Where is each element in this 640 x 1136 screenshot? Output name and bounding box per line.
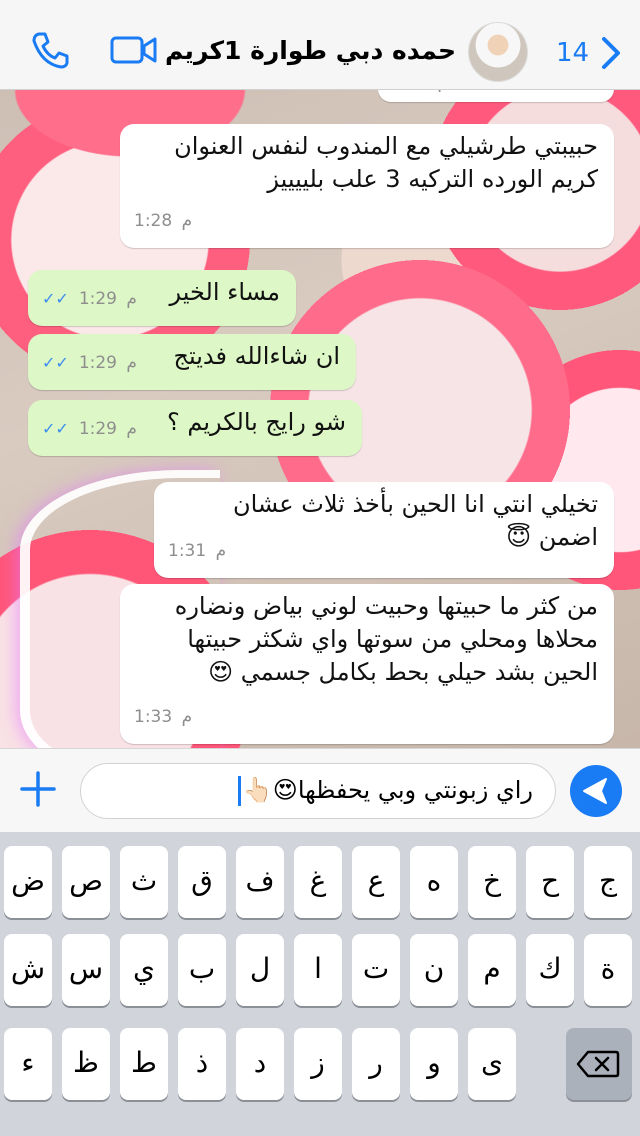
message-incoming[interactable]: تخيلي انتي انا الحين بأخذ ثلاث عشان اضمن… bbox=[154, 482, 614, 578]
message-time: ✓✓ 1:29 م bbox=[42, 419, 137, 439]
read-ticks-icon: ✓✓ bbox=[42, 419, 75, 438]
message-outgoing[interactable]: شو رايج بالكريم ؟ ✓✓ 1:29 م bbox=[28, 400, 362, 456]
backspace-icon bbox=[576, 1050, 620, 1078]
contact-name[interactable]: حمده دبي طوارة 1كريم bbox=[165, 36, 456, 65]
message-text: حبيبتي طرشيلي مع المندوب لنفس العنوان كر… bbox=[174, 132, 598, 193]
message-time: ✓✓ 1:29 م bbox=[42, 289, 137, 309]
key[interactable]: غ bbox=[294, 846, 342, 918]
clipped-message[interactable]: 1:27 م bbox=[378, 90, 614, 102]
key[interactable]: ك bbox=[526, 934, 574, 1006]
key[interactable]: و bbox=[410, 1028, 458, 1100]
key[interactable]: ى bbox=[468, 1028, 516, 1100]
message-incoming[interactable]: حبيبتي طرشيلي مع المندوب لنفس العنوان كر… bbox=[120, 124, 614, 248]
chat-header: حمده دبي طوارة 1كريم 14 bbox=[0, 0, 640, 90]
key[interactable]: ذ bbox=[178, 1028, 226, 1100]
message-input[interactable]: راي زبونتي وبي يحفظها😍👆🏻 bbox=[80, 763, 556, 819]
text-caret bbox=[237, 776, 241, 806]
key[interactable]: ه bbox=[410, 846, 458, 918]
message-outgoing[interactable]: مساء الخير ✓✓ 1:29 م bbox=[28, 270, 296, 326]
plus-icon[interactable] bbox=[18, 769, 58, 809]
unread-count[interactable]: 14 bbox=[556, 38, 589, 68]
key[interactable]: ح bbox=[526, 846, 574, 918]
send-button[interactable] bbox=[570, 765, 622, 817]
key[interactable]: ب bbox=[178, 934, 226, 1006]
key[interactable]: ع bbox=[352, 846, 400, 918]
key[interactable]: ت bbox=[352, 934, 400, 1006]
message-outgoing[interactable]: ان شاءالله فديتج ✓✓ 1:29 م bbox=[28, 334, 356, 390]
key[interactable]: ز bbox=[294, 1028, 342, 1100]
key[interactable]: م bbox=[468, 934, 516, 1006]
send-arrow-icon bbox=[583, 778, 607, 804]
key[interactable]: ل bbox=[236, 934, 284, 1006]
back-chevron-icon[interactable] bbox=[600, 36, 622, 70]
message-incoming[interactable]: من كثر ما حبيتها وحبيت لوني بياض ونضاره … bbox=[120, 584, 614, 744]
key[interactable]: ص bbox=[62, 846, 110, 918]
key[interactable]: د bbox=[236, 1028, 284, 1100]
read-ticks-icon: ✓✓ bbox=[42, 353, 75, 372]
key[interactable]: خ bbox=[468, 846, 516, 918]
key[interactable]: ج bbox=[584, 846, 632, 918]
key[interactable]: ظ bbox=[62, 1028, 110, 1100]
key[interactable]: ي bbox=[120, 934, 168, 1006]
key[interactable]: ا bbox=[294, 934, 342, 1006]
key[interactable]: ش bbox=[4, 934, 52, 1006]
message-time: 1:28 م bbox=[134, 211, 193, 231]
arabic-keyboard: ج ح خ ه ع غ ف ق ث ص ض ة ك م ن ت ا ل ب ي … bbox=[0, 832, 640, 1136]
message-input-value: راي زبونتي وبي يحفظها😍👆🏻 bbox=[242, 776, 533, 804]
phone-icon[interactable] bbox=[30, 30, 70, 70]
chat-area[interactable]: 1:27 م حبيبتي طرشيلي مع المندوب لنفس الع… bbox=[0, 90, 640, 748]
video-call-icon[interactable] bbox=[110, 34, 158, 66]
key[interactable]: ن bbox=[410, 934, 458, 1006]
key[interactable]: ء bbox=[4, 1028, 52, 1100]
delete-key[interactable] bbox=[566, 1028, 632, 1100]
message-text: من كثر ما حبيتها وحبيت لوني بياض ونضاره … bbox=[174, 592, 598, 686]
key[interactable]: ة bbox=[584, 934, 632, 1006]
key[interactable]: ط bbox=[120, 1028, 168, 1100]
message-time: ✓✓ 1:29 م bbox=[42, 353, 137, 373]
read-ticks-icon: ✓✓ bbox=[42, 289, 75, 308]
message-input-bar: راي زبونتي وبي يحفظها😍👆🏻 bbox=[0, 748, 640, 832]
key[interactable]: ض bbox=[4, 846, 52, 918]
message-time: 1:27 م bbox=[394, 90, 448, 100]
key[interactable]: ف bbox=[236, 846, 284, 918]
contact-avatar[interactable] bbox=[468, 22, 528, 82]
message-time: 1:31 م bbox=[168, 541, 227, 561]
key[interactable]: ث bbox=[120, 846, 168, 918]
key[interactable]: ق bbox=[178, 846, 226, 918]
key[interactable]: س bbox=[62, 934, 110, 1006]
message-time: 1:33 م bbox=[134, 707, 193, 727]
key[interactable]: ر bbox=[352, 1028, 400, 1100]
